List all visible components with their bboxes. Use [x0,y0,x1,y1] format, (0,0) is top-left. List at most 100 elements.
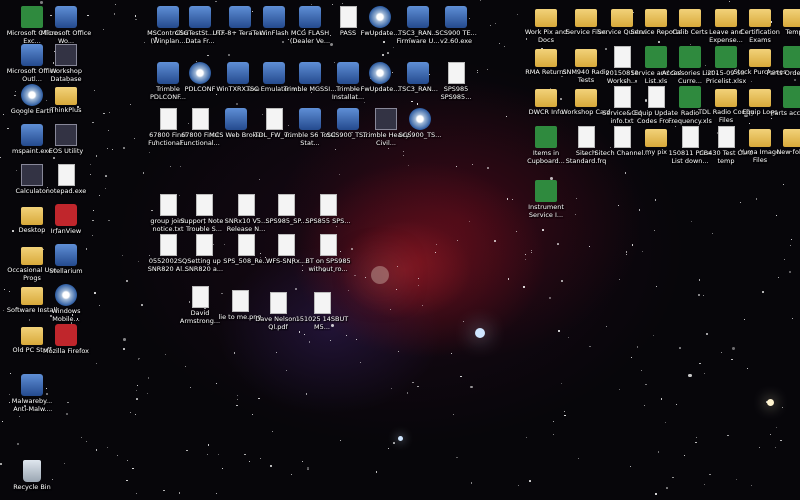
star [421,305,423,307]
desktop-icon-label: ThinkPlus [50,107,82,114]
star [455,165,457,167]
star [560,382,562,385]
star [761,290,764,294]
star [775,427,777,429]
desktop-icon[interactable]: 151025 14SBUT M5... [294,292,350,340]
star [564,414,566,417]
star [236,395,238,397]
star [790,245,792,247]
star [189,386,191,388]
desktop-icon[interactable]: SCS900 TE... v2.60.exe [428,6,484,54]
star [340,440,342,442]
star [524,258,527,260]
desktop-icon-label: notepad.exe [45,188,87,195]
desktop-icon-label: SCS900_TS... [398,132,442,139]
star [468,220,470,222]
star [790,238,792,240]
star [126,280,128,282]
star [207,443,210,446]
document-icon [237,194,255,216]
document-icon [195,234,213,256]
app-icon [225,108,247,130]
star [348,289,350,291]
desktop-icon[interactable]: Mozilla Firefox [38,324,94,372]
star [228,53,231,56]
document-icon [191,108,209,130]
star [451,352,452,354]
star [217,453,220,456]
disc-icon [369,62,391,84]
star [619,279,620,280]
star [290,473,293,475]
star [308,341,311,343]
spreadsheet-icon [783,86,800,108]
desktop-icon[interactable]: SPS985 SPS985... [428,62,484,110]
star [506,198,509,200]
desktop-icon[interactable]: SCS900_TS... [392,108,448,156]
desktop-icon[interactable]: BT on SPS985 without ro... [300,234,356,282]
star [406,392,409,394]
star [709,473,711,476]
desktop-icon[interactable]: Recycle Bin [4,460,60,500]
app-icon [299,108,321,130]
star [789,271,791,273]
star [141,304,143,306]
star [164,354,166,356]
star [136,492,138,494]
desktop-icon-label: EOS Utility [48,148,84,155]
star [105,175,108,177]
star [558,330,560,332]
desktop-icon-label: IrfanView [50,228,82,235]
app-icon [407,62,429,84]
folder-icon [783,129,800,147]
star [117,454,119,457]
document-icon [319,194,337,216]
desktop-icon[interactable]: Instrument Service I... [518,180,574,228]
disc-icon [369,6,391,28]
star [729,0,731,2]
desktop-icon-label: Parts access... [770,110,800,117]
star [494,22,497,25]
document-icon [159,194,177,216]
star [644,404,646,406]
app-icon [407,6,429,28]
star [640,369,643,372]
star [396,288,398,290]
star [356,338,358,340]
document-icon [313,292,331,314]
star [86,441,87,443]
star [560,279,563,283]
star [487,68,488,70]
app-icon [445,6,467,28]
star [215,492,217,494]
star [758,447,760,449]
desktop-icon[interactable]: Malwareby... Anti-Malw... [4,374,60,422]
star [774,446,777,449]
star [518,484,520,486]
star [460,375,462,378]
star [136,397,138,400]
star [505,116,507,117]
star [207,54,209,57]
app-icon [337,108,359,130]
star [698,279,701,281]
star [688,373,692,378]
star [123,338,127,342]
star [480,0,482,2]
star [132,467,134,470]
star [453,413,455,415]
star [679,347,681,350]
star [257,397,260,400]
star [338,173,341,176]
star [625,251,628,253]
desktop-icon-label: Recycle Bin [13,484,51,491]
star [146,393,148,395]
desktop-icon-label: BT on SPS985 without ro... [305,258,351,273]
star [390,387,392,389]
star [641,250,643,252]
star [735,478,738,481]
star [589,345,591,348]
desktop-icon[interactable]: New folder [766,126,800,174]
star [258,178,260,180]
disc-icon [409,108,431,130]
